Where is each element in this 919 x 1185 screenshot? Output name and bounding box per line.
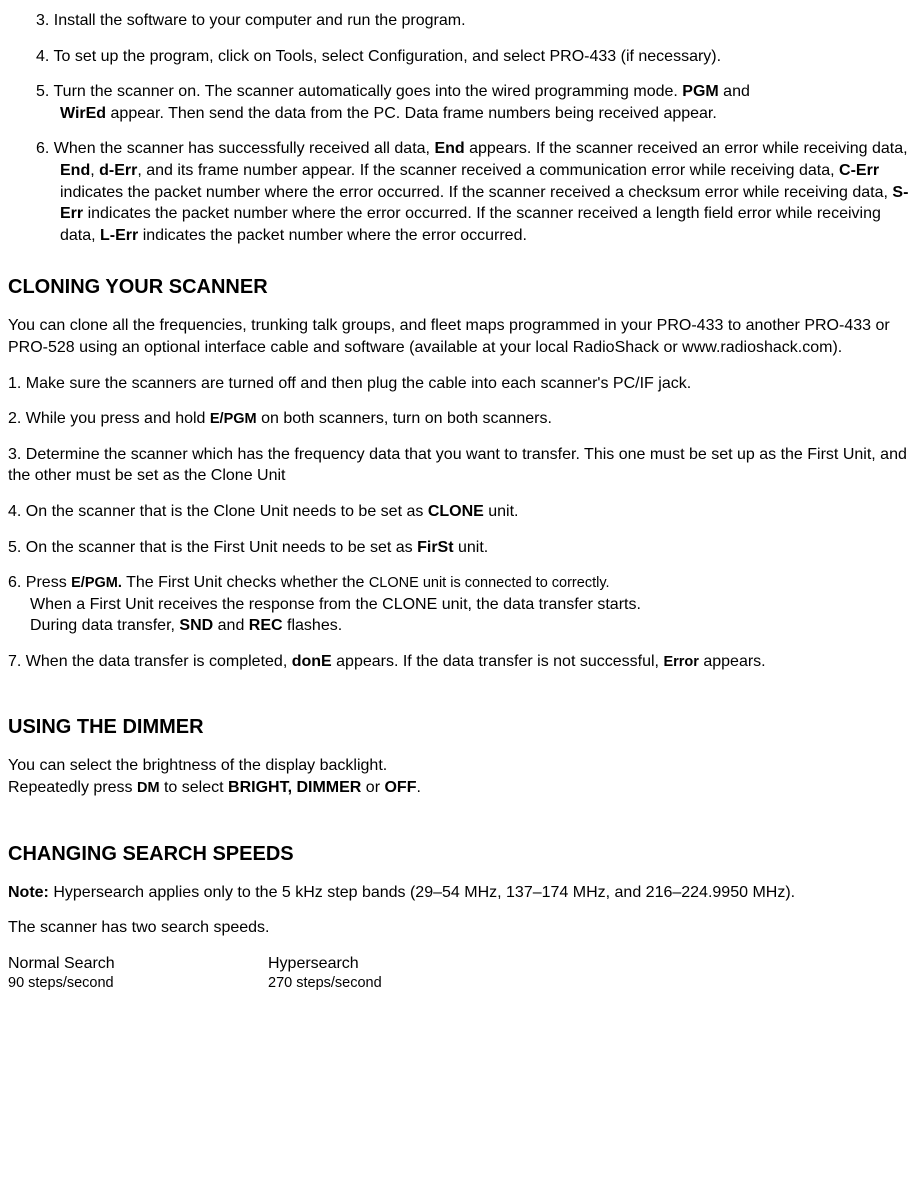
dm-label: DM (137, 780, 160, 796)
col-value: 90 steps/second (8, 974, 268, 994)
text: Repeatedly press (8, 779, 137, 796)
text: 6. When the scanner has successfully rec… (36, 140, 434, 157)
speeds-col-normal: Normal Search 90 steps/second (8, 953, 268, 994)
pgm-label: PGM (682, 83, 718, 100)
speeds-intro: The scanner has two search speeds. (8, 917, 911, 939)
dimmer-line-2: Repeatedly press DM to select BRIGHT, DI… (8, 777, 911, 799)
text: indicates the packet number where the er… (60, 184, 892, 201)
col-heading: Hypersearch (268, 953, 528, 975)
derr-label: d-Err (99, 162, 137, 179)
text: unit. (484, 503, 519, 520)
step-3: 3. Install the software to your computer… (36, 10, 911, 32)
speeds-table: Normal Search 90 steps/second Hypersearc… (8, 953, 911, 994)
step-6: 6. When the scanner has successfully rec… (36, 138, 911, 246)
cloning-step-3: 3. Determine the scanner which has the f… (8, 444, 911, 487)
text: Hypersearch applies only to the 5 kHz st… (49, 884, 795, 901)
lerr-label: L-Err (100, 227, 138, 244)
cloning-step-2: 2. While you press and hold E/PGM on bot… (8, 408, 911, 430)
text: on both scanners, turn on both scanners. (257, 410, 552, 427)
text: 7. When the data transfer is completed, (8, 653, 292, 670)
note-label: Note: (8, 884, 49, 901)
text: appears. (699, 653, 766, 670)
speeds-heading: CHANGING SEARCH SPEEDS (8, 841, 911, 868)
text: and (213, 617, 249, 634)
text: . (416, 779, 420, 796)
error-label: Error (663, 654, 698, 670)
dimmer-heading: USING THE DIMMER (8, 714, 911, 741)
text: 5. Turn the scanner on. The scanner auto… (36, 83, 682, 100)
snd-label: SND (179, 617, 213, 634)
text: or (361, 779, 384, 796)
text: appear. Then send the data from the PC. … (106, 105, 717, 122)
off-label: OFF (384, 779, 416, 796)
first-label: FirSt (417, 539, 453, 556)
col-value: 270 steps/second (268, 974, 528, 994)
dimmer-line-1: You can select the brightness of the dis… (8, 755, 911, 777)
text: CLONE unit is connected to correctly. (369, 575, 610, 591)
text: and (719, 83, 750, 100)
cloning-step-4: 4. On the scanner that is the Clone Unit… (8, 501, 911, 523)
bright-dimmer-label: BRIGHT, DIMMER (228, 779, 361, 796)
col-heading: Normal Search (8, 953, 268, 975)
text: 5. On the scanner that is the First Unit… (8, 539, 417, 556)
cerr-label: C-Err (839, 162, 879, 179)
done-label: donE (292, 653, 332, 670)
end-label: End (60, 162, 90, 179)
rec-label: REC (249, 617, 283, 634)
text: appears. If the scanner received an erro… (465, 140, 908, 157)
epgm-label: E/PGM. (71, 575, 122, 591)
clone-label: CLONE (428, 503, 484, 520)
wired-label: WirEd (60, 105, 106, 122)
text: , and its frame number appear. If the sc… (137, 162, 839, 179)
text: 4. On the scanner that is the Clone Unit… (8, 503, 428, 520)
text: flashes. (283, 617, 343, 634)
text: , (90, 162, 99, 179)
text: When a First Unit receives the response … (30, 594, 911, 616)
text: During data transfer, (30, 617, 179, 634)
cloning-step-6: 6. Press E/PGM. The First Unit checks wh… (8, 572, 911, 637)
cloning-step-1: 1. Make sure the scanners are turned off… (8, 373, 911, 395)
text: 6. Press (8, 574, 71, 591)
text: The First Unit checks whether the (122, 574, 369, 591)
step-4: 4. To set up the program, click on Tools… (36, 46, 911, 68)
cloning-intro: You can clone all the frequencies, trunk… (8, 315, 911, 358)
text: 2. While you press and hold (8, 410, 210, 427)
end-label: End (434, 140, 464, 157)
text: appears. If the data transfer is not suc… (332, 653, 664, 670)
cloning-step-7: 7. When the data transfer is completed, … (8, 651, 911, 673)
text: unit. (454, 539, 489, 556)
text: to select (160, 779, 228, 796)
epgm-label: E/PGM (210, 411, 257, 427)
speeds-note: Note: Hypersearch applies only to the 5 … (8, 882, 911, 904)
step-5: 5. Turn the scanner on. The scanner auto… (8, 81, 911, 124)
cloning-step-5: 5. On the scanner that is the First Unit… (8, 537, 911, 559)
text: indicates the packet number where the er… (138, 227, 527, 244)
speeds-col-hyper: Hypersearch 270 steps/second (268, 953, 528, 994)
cloning-heading: CLONING YOUR SCANNER (8, 274, 911, 301)
